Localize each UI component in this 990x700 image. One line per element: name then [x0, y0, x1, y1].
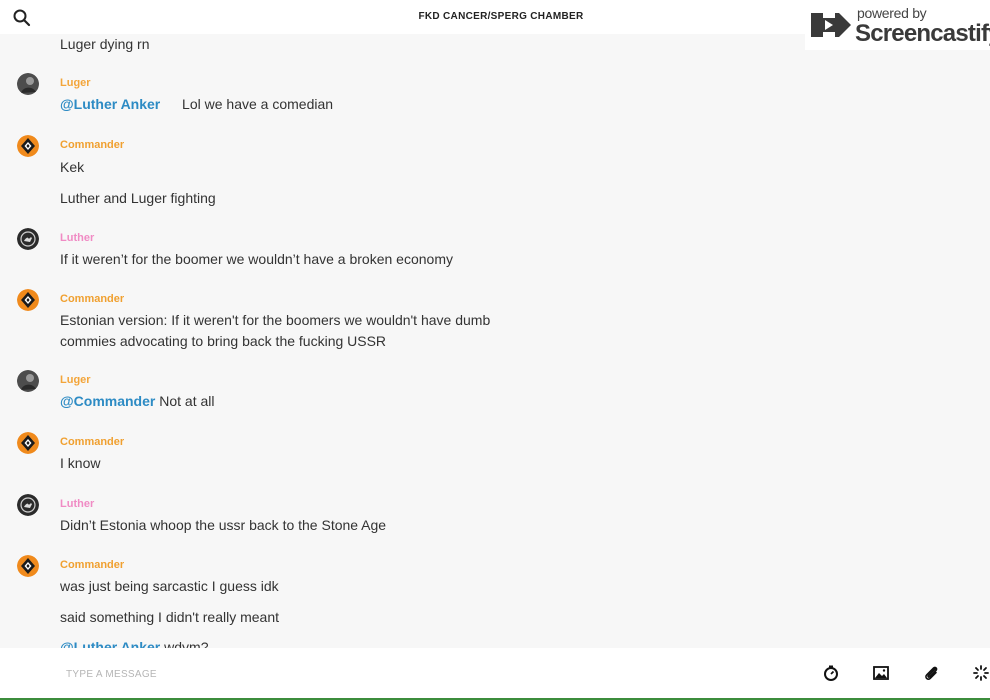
message-author[interactable]: Luther	[60, 232, 94, 244]
message-text-body: Lol we have a comedian	[182, 96, 334, 112]
message-text: @Luther Anker wdym?	[60, 639, 209, 648]
luger-avatar-icon	[17, 370, 39, 392]
message-text: @Luther Anker Lol we have a comedian	[60, 96, 333, 112]
commander-avatar-icon	[17, 555, 39, 577]
image-icon	[873, 666, 889, 680]
avatar[interactable]	[17, 432, 39, 454]
commander-avatar-icon	[17, 135, 39, 157]
user-mention[interactable]: @Commander	[60, 393, 155, 409]
avatar[interactable]	[17, 289, 39, 311]
message-text: Luther and Luger fighting	[60, 190, 216, 206]
message-list: Luger dying rn Luger @Luther Anker Lol w…	[0, 34, 990, 648]
message-text: Kek	[60, 159, 85, 175]
watermark-powered-text: powered by	[857, 5, 927, 21]
user-mention[interactable]: @Luther Anker	[60, 96, 160, 112]
message-text-body: Not at all	[159, 393, 215, 409]
message-text: was just being sarcastic I guess idk	[60, 578, 279, 594]
message-author[interactable]: Commander	[60, 293, 124, 305]
avatar[interactable]	[17, 73, 39, 95]
message-author[interactable]: Luther	[60, 498, 94, 510]
message-author[interactable]: Commander	[60, 436, 124, 448]
message-text-body: wdym?	[164, 639, 209, 648]
avatar[interactable]	[17, 228, 39, 250]
avatar[interactable]	[17, 555, 39, 577]
image-button[interactable]	[872, 664, 890, 682]
message-author[interactable]: Commander	[60, 559, 124, 571]
avatar[interactable]	[17, 370, 39, 392]
spinner-icon	[973, 665, 989, 681]
message-text: Didn’t Estonia whoop the ussr back to th…	[60, 517, 387, 533]
message-text: Estonian version: If it weren't for the …	[60, 312, 491, 328]
avatar[interactable]	[17, 135, 39, 157]
message-text: said something I didn't really meant	[60, 609, 280, 625]
paperclip-icon	[925, 666, 938, 680]
message-input[interactable]	[66, 666, 566, 682]
message-author[interactable]: Commander	[60, 139, 124, 151]
timer-button[interactable]	[822, 664, 840, 682]
luther-avatar-icon	[17, 228, 39, 250]
message-composer	[0, 648, 990, 698]
luger-avatar-icon	[17, 73, 39, 95]
user-mention[interactable]: @Luther Anker	[60, 639, 160, 648]
message-text: Luger dying rn	[60, 36, 150, 52]
message-text: commies advocating to bring back the fuc…	[60, 333, 387, 349]
message-author[interactable]: Luger	[60, 374, 91, 386]
more-button[interactable]	[972, 664, 990, 682]
message-text: If it weren’t for the boomer we wouldn’t…	[60, 251, 453, 267]
timer-icon	[824, 665, 838, 681]
commander-avatar-icon	[17, 289, 39, 311]
message-author[interactable]: Luger	[60, 77, 91, 89]
message-text: I know	[60, 455, 101, 471]
luther-avatar-icon	[17, 494, 39, 516]
commander-avatar-icon	[17, 432, 39, 454]
message-text: @Commander Not at all	[60, 393, 214, 409]
attach-button[interactable]	[922, 664, 940, 682]
avatar[interactable]	[17, 494, 39, 516]
